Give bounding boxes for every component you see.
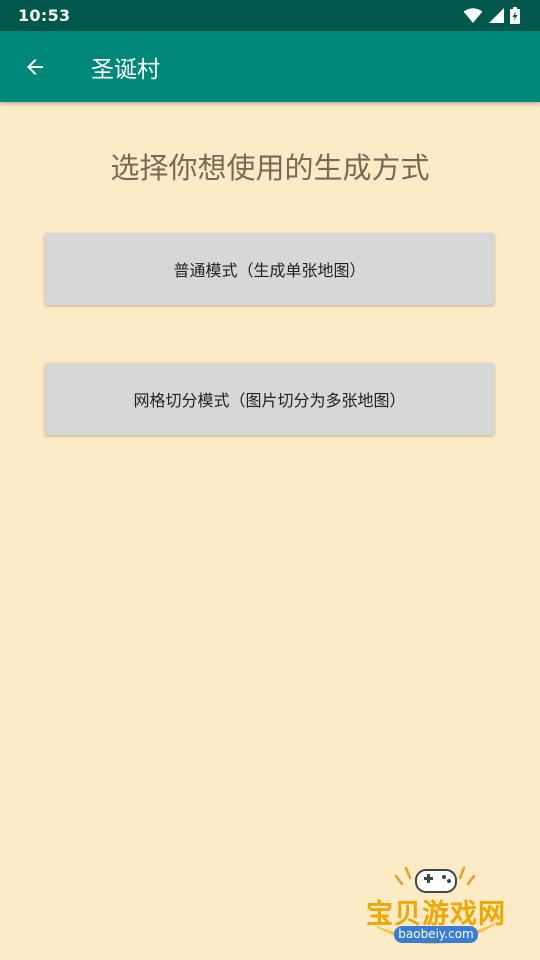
main-content: 选择你想使用的生成方式 普通模式（生成单张地图） 网格切分模式（图片切分为多张地… [0, 102, 540, 960]
page-heading: 选择你想使用的生成方式 [110, 151, 430, 185]
cellular-signal-icon [489, 8, 504, 23]
grid-split-mode-button[interactable]: 网格切分模式（图片切分为多张地图） [45, 363, 494, 435]
watermark-url: baobeiy.com [394, 926, 478, 943]
status-bar: 10:53 [0, 0, 540, 31]
status-time: 10:53 [18, 6, 71, 25]
app-bar: 圣诞村 [0, 31, 540, 102]
back-arrow-icon [27, 58, 43, 75]
watermark-logo: 宝贝游戏网 baobeiy.com [366, 866, 506, 954]
back-button[interactable] [15, 47, 55, 87]
battery-charging-icon [510, 7, 520, 24]
status-icons [463, 7, 520, 24]
app-title: 圣诞村 [91, 56, 160, 83]
wifi-icon [463, 7, 483, 23]
normal-mode-button[interactable]: 普通模式（生成单张地图） [45, 233, 494, 305]
gamepad-icon [415, 869, 457, 893]
